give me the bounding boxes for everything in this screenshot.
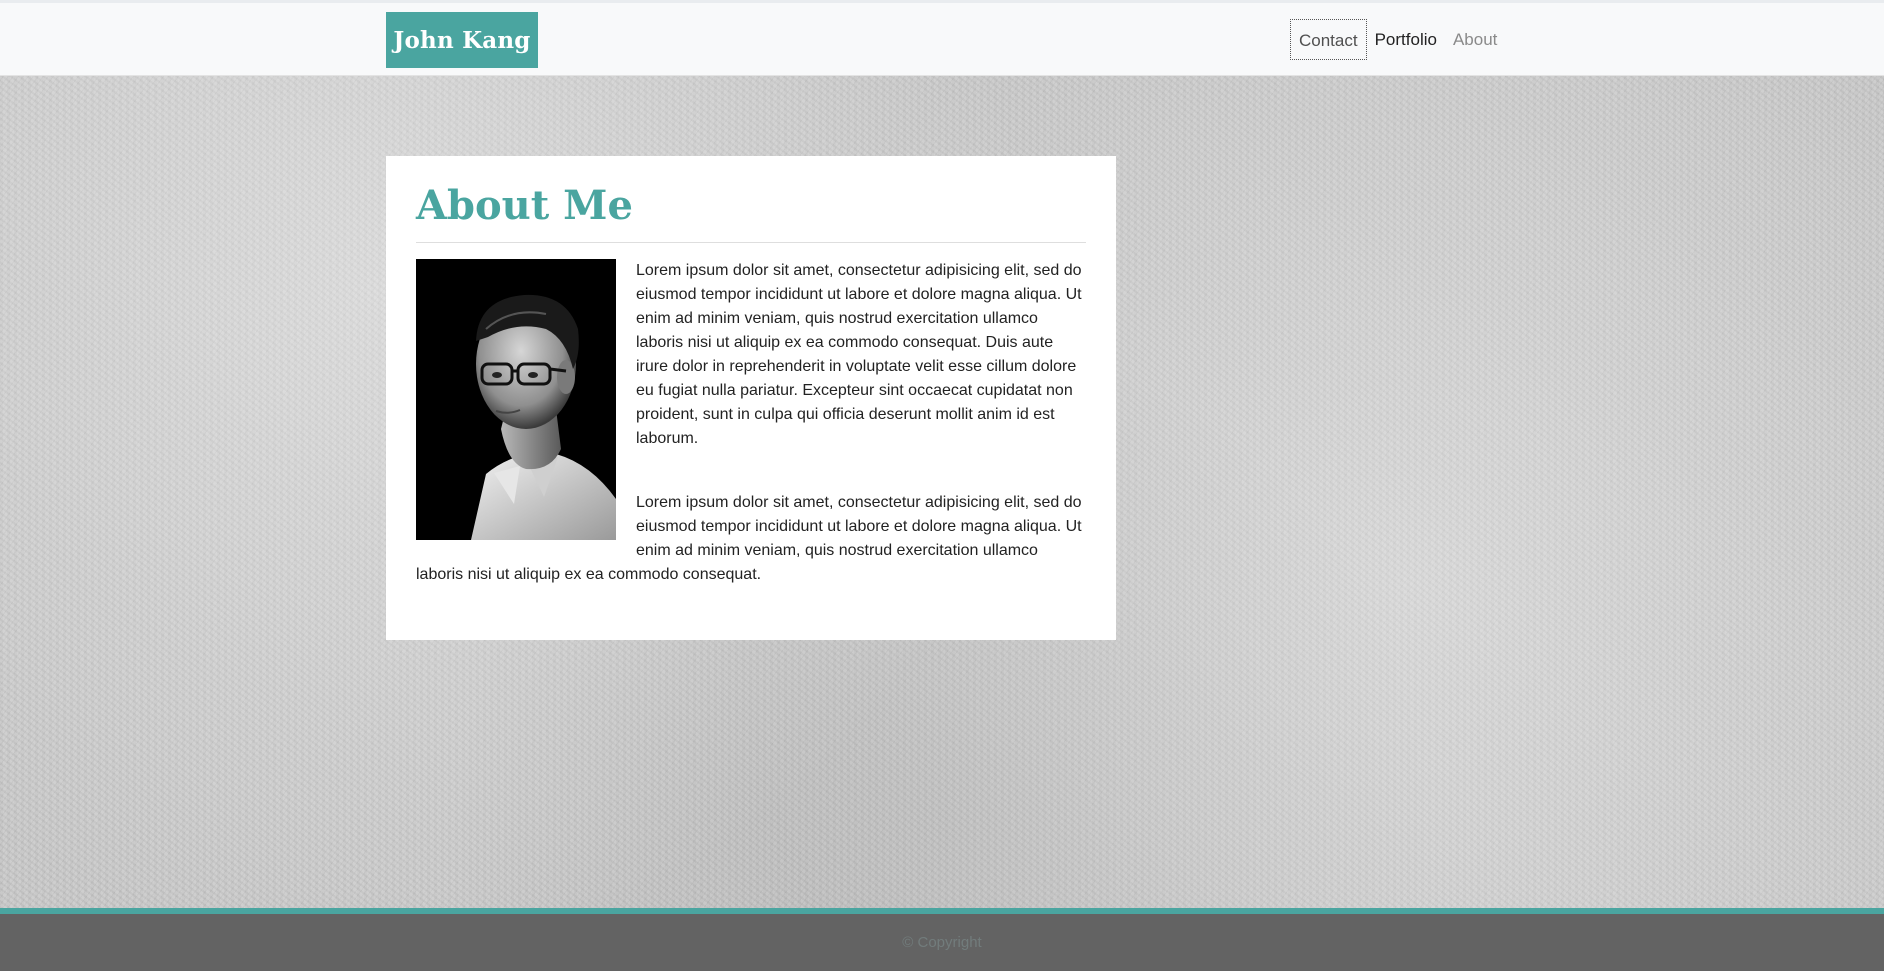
nav-link-portfolio[interactable]: Portfolio: [1367, 19, 1445, 60]
brand-logo[interactable]: John Kang: [386, 12, 538, 68]
top-navbar: John Kang Contact Portfolio About: [0, 0, 1884, 76]
copyright-text: © Copyright: [902, 934, 982, 951]
main-nav: Contact Portfolio About: [1290, 19, 1505, 60]
nav-link-contact[interactable]: Contact: [1290, 19, 1367, 60]
about-card: About Me Lorem ipsum dolor sit amet, con…: [386, 156, 1116, 640]
about-content: Lorem ipsum dolor sit amet, consectetur …: [416, 259, 1086, 587]
nav-link-about[interactable]: About: [1445, 19, 1505, 60]
page-footer: © Copyright: [0, 908, 1884, 971]
portrait-photo: [416, 259, 616, 540]
page-title: About Me: [416, 182, 1086, 243]
